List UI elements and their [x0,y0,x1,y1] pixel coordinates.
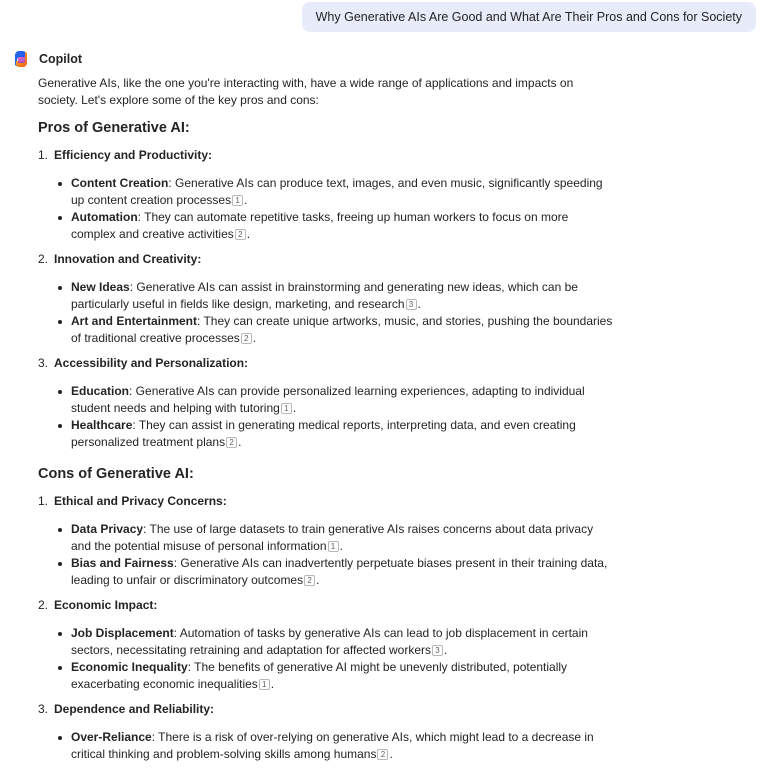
category-title: Innovation and Creativity: [54,252,202,266]
category-item: 1. Ethical and Privacy Concerns: [38,493,613,510]
bullet-text: : Generative AIs can provide personalize… [71,384,585,415]
category-item: 2. Economic Impact: [38,597,613,614]
category-number: 3. [38,356,49,370]
category-title: Economic Impact: [54,598,158,612]
bullet-text: : They can assist in generating medical … [71,418,576,449]
category-item: 3. Dependence and Reliability: [38,701,613,718]
bullet-item: Art and Entertainment: They can create u… [56,313,613,347]
cons-list: 1. Ethical and Privacy Concerns: Data Priv… [38,493,613,763]
bullet-term: Data Privacy [71,522,144,536]
bullet-text: : Generative AIs can assist in brainstor… [71,280,578,311]
user-message-bubble: Why Generative AIs Are Good and What Are… [301,2,756,32]
assistant-message: Generative AIs, like the one you're inte… [38,75,613,771]
citation-badge[interactable]: 3 [405,299,417,310]
citation-badge[interactable]: 2 [377,749,389,760]
category-number: 3. [38,702,49,716]
bullet-term: Economic Inequality [71,660,188,674]
bullet-item: Data Privacy: The use of large datasets … [56,521,613,555]
citation-badge[interactable]: 1 [327,541,339,552]
bullet-item: Job Displacement: Automation of tasks by… [56,625,613,659]
bullet-list: Job Displacement: Automation of tasks by… [38,625,613,693]
bullet-list: Over-Reliance: There is a risk of over-r… [38,729,613,763]
citation-badge[interactable]: 1 [258,679,270,690]
bullet-item: Bias and Fairness: Generative AIs can in… [56,555,613,589]
category-number: 2. [38,252,49,266]
bullet-text: : They can automate repetitive tasks, fr… [71,210,569,241]
bullet-term: New Ideas [71,280,130,294]
bullet-item: Economic Inequality: The benefits of gen… [56,659,613,693]
category-item: 2. Innovation and Creativity: [38,251,613,268]
bullet-term: Bias and Fairness [71,556,174,570]
citation-badge[interactable]: 3 [431,645,443,656]
category-item: 1. Efficiency and Productivity: [38,147,613,164]
citation-badge[interactable]: 2 [234,229,246,240]
bullet-item: Content Creation: Generative AIs can pro… [56,175,613,209]
category-title: Dependence and Reliability: [54,702,215,716]
bullet-list: Education: Generative AIs can provide pe… [38,383,613,451]
bullet-term: Job Displacement [71,626,174,640]
citation-badge[interactable]: 2 [304,575,316,586]
bullet-list: Content Creation: Generative AIs can pro… [38,175,613,243]
citation-badge[interactable]: 1 [232,195,244,206]
citation-badge[interactable]: 2 [240,333,252,344]
intro-paragraph: Generative AIs, like the one you're inte… [38,76,574,107]
bullet-list: New Ideas: Generative AIs can assist in … [38,279,613,347]
category-number: 1. [38,148,49,162]
bullet-term: Healthcare [71,418,133,432]
pros-heading: Pros of Generative AI: [38,120,190,136]
bullet-term: Content Creation [71,176,169,190]
bullet-term: Art and Entertainment [71,314,198,328]
bullet-term: Automation [71,210,138,224]
bullet-item: Education: Generative AIs can provide pe… [56,383,613,417]
bullet-item: Over-Reliance: There is a risk of over-r… [56,729,613,763]
category-item: 3. Accessibility and Personalization: [38,355,613,372]
bullet-item: New Ideas: Generative AIs can assist in … [56,279,613,313]
bullet-term: Over-Reliance [71,730,152,744]
cons-heading: Cons of Generative AI: [38,466,194,482]
copilot-logo-icon [11,49,31,69]
assistant-name: Copilot [39,52,83,66]
bullet-term: Education [71,384,130,398]
bullet-list: Data Privacy: The use of large datasets … [38,521,613,589]
citation-badge[interactable]: 1 [280,403,292,414]
category-number: 2. [38,598,49,612]
category-title: Accessibility and Personalization: [54,356,249,370]
assistant-header: Copilot [11,49,82,69]
category-number: 1. [38,494,49,508]
pros-list: 1. Efficiency and Productivity: Content Cr… [38,147,613,451]
category-title: Ethical and Privacy Concerns: [54,494,227,508]
bullet-item: Healthcare: They can assist in generatin… [56,417,613,451]
citation-badge[interactable]: 2 [226,437,238,448]
bullet-item: Automation: They can automate repetitive… [56,209,613,243]
category-title: Efficiency and Productivity: [54,148,213,162]
